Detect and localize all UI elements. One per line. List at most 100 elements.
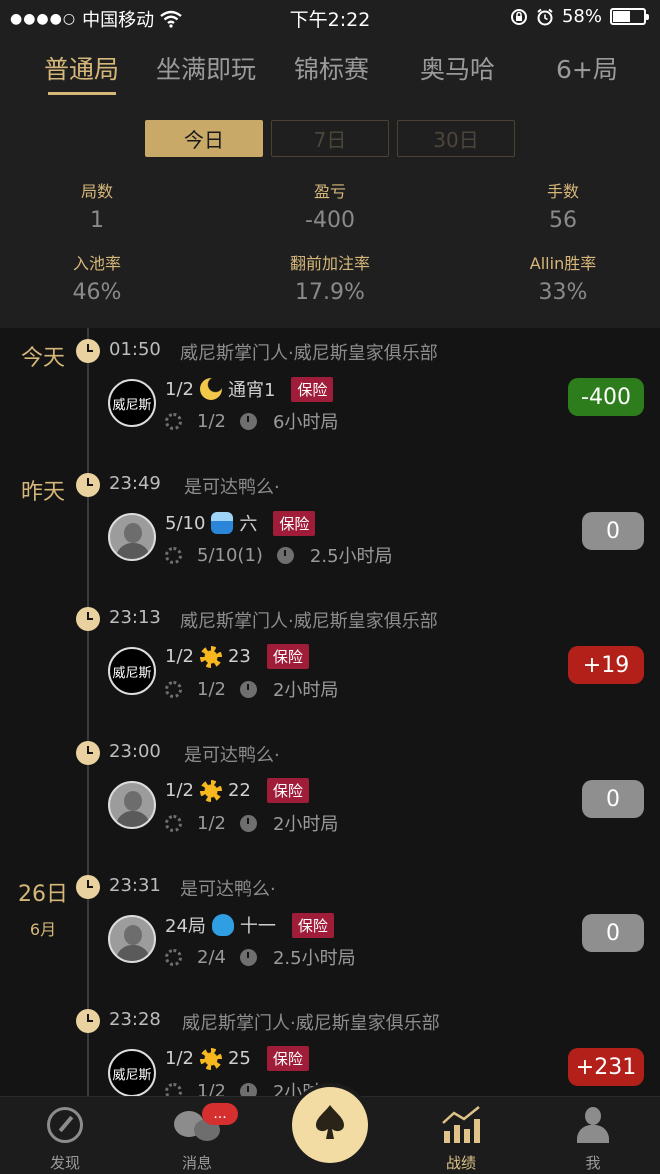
chip-icon: [165, 680, 182, 698]
tab-sit-and-go[interactable]: 坐满即玩: [156, 50, 256, 86]
entry-time: 23:13: [109, 607, 161, 628]
tab-omaha[interactable]: 奥马哈: [420, 50, 495, 86]
stat-profit-value: -400: [305, 208, 355, 233]
nav-discover-label: 发现: [49, 1154, 80, 1172]
club-owner: 是可达鸭么·: [180, 879, 276, 900]
chip-icon: [165, 1082, 182, 1096]
insurance-badge: 保险: [291, 376, 334, 402]
nav-stats[interactable]: 战绩: [416, 1097, 506, 1174]
duration: 2.5小时局: [272, 948, 356, 969]
sun-icon: [199, 645, 222, 668]
moon-icon: [199, 378, 222, 400]
game-name-suffix: 六: [239, 514, 258, 535]
game-name: 5/10 六保险: [165, 510, 316, 536]
nav-me[interactable]: 我: [548, 1097, 638, 1174]
game-name: 1/2 通宵1 保险: [165, 376, 334, 402]
avatar: [108, 513, 156, 561]
game-meta: 1/2 6小时局: [165, 408, 338, 434]
duration: 6小时局: [272, 412, 339, 433]
stat-vpip-label: 入池率: [72, 254, 121, 273]
stat-profit-label: 盈亏: [313, 182, 346, 201]
stat-allin-value: 33%: [538, 280, 588, 305]
result-badge: 0: [582, 780, 644, 818]
stat-games-label: 局数: [80, 182, 113, 201]
active-tab-indicator: [48, 92, 116, 95]
game-history-timeline[interactable]: 今天 01:50 威尼斯掌门人·威尼斯皇家俱乐部 威尼斯 1/2 通宵1 保险 1/…: [0, 328, 660, 1096]
clock-icon: [76, 1009, 100, 1033]
stat-games-value: 1: [90, 208, 104, 233]
timeline-line: [87, 328, 89, 1096]
duration-clock-icon: [239, 948, 257, 966]
stat-allin-label: Allin胜率: [529, 254, 597, 273]
game-name-suffix: 通宵1: [227, 380, 276, 401]
clock-icon: [76, 741, 100, 765]
stats-header: 普通局 坐满即玩 锦标赛 奥马哈 6+局 今日 7日 30日 局数 1 盈亏 -…: [0, 34, 660, 328]
avatar: [108, 915, 156, 963]
nav-messages[interactable]: ... 消息: [152, 1097, 242, 1174]
day-label: 今天: [20, 346, 65, 371]
duration: 2小时局: [272, 814, 339, 835]
blinds: 1/2: [197, 678, 226, 700]
status-right: 58%: [510, 6, 649, 27]
tab-six-plus[interactable]: 6+局: [556, 50, 618, 86]
clock-icon: [76, 875, 100, 899]
stat-pfr-label: 翻前加注率: [289, 254, 370, 273]
chip-icon: [165, 546, 182, 564]
bar-chart-icon: [442, 1106, 480, 1143]
tab-regular[interactable]: 普通局: [44, 50, 119, 86]
duration: 2小时局: [272, 680, 339, 701]
insurance-badge: 保险: [266, 778, 309, 803]
entry-time: 23:00: [109, 741, 161, 762]
wave-icon: [211, 512, 234, 534]
club-owner: 是可达鸭么·: [184, 745, 280, 766]
blinds: 1/2: [197, 812, 226, 834]
duration-clock-icon: [239, 412, 257, 430]
game-meta: 5/10(1) 2.5小时局: [165, 542, 393, 568]
entry-time: 23:28: [109, 1009, 161, 1030]
nav-me-label: 我: [585, 1154, 601, 1172]
battery-percent: 58%: [561, 6, 602, 27]
duration-clock-icon: [276, 546, 294, 564]
whale-icon: [211, 914, 234, 936]
clock-icon: [76, 607, 100, 631]
duration: 2.5小时局: [309, 546, 393, 567]
insurance-badge: 保险: [291, 912, 334, 938]
club-owner: 威尼斯掌门人·威尼斯皇家俱乐部: [180, 611, 438, 632]
chip-icon: [165, 814, 182, 832]
blinds: 2/4: [197, 946, 226, 968]
period-today-button[interactable]: 今日: [145, 120, 263, 157]
period-30day-button[interactable]: 30日: [397, 120, 515, 157]
game-name: 1/2 22 保险: [165, 778, 309, 803]
result-badge: +231: [568, 1048, 644, 1086]
person-icon: [575, 1107, 611, 1143]
period-7day-button[interactable]: 7日: [271, 120, 389, 157]
nav-discover[interactable]: 发现: [20, 1097, 110, 1174]
game-name-prefix: 24局: [165, 916, 206, 937]
game-meta: 1/2 2小时局: [165, 810, 338, 836]
stat-hands-value: 56: [549, 208, 577, 233]
stat-vpip: 入池率 46%: [0, 250, 197, 305]
avatar: 威尼斯: [108, 379, 156, 427]
game-name-suffix: 25: [227, 1048, 251, 1069]
tab-tournament[interactable]: 锦标赛: [294, 50, 369, 86]
game-name-prefix: 1/2: [165, 1048, 194, 1069]
stat-allin: Allin胜率 33%: [463, 250, 660, 305]
club-owner: 威尼斯掌门人·威尼斯皇家俱乐部: [180, 343, 438, 364]
play-button[interactable]: [292, 1087, 368, 1163]
period-selector: 今日 7日 30日: [145, 120, 515, 157]
result-badge: 0: [582, 512, 644, 550]
result-badge: -400: [568, 378, 644, 416]
stat-profit: 盈亏 -400: [230, 178, 430, 233]
spade-icon: [316, 1105, 344, 1139]
game-name-suffix: 22: [227, 780, 251, 801]
chip-icon: [165, 412, 182, 430]
chip-icon: [165, 948, 182, 966]
stat-hands: 手数 56: [463, 178, 660, 233]
entry-time: 01:50: [109, 339, 161, 360]
game-name: 1/2 23 保险: [165, 644, 309, 669]
battery-fill: [613, 11, 631, 22]
duration-clock-icon: [239, 680, 257, 698]
game-type-tabs: 普通局 坐满即玩 锦标赛 奥马哈 6+局: [0, 34, 660, 104]
club-owner: 威尼斯掌门人·威尼斯皇家俱乐部: [182, 1013, 440, 1034]
stat-hands-label: 手数: [546, 182, 579, 201]
